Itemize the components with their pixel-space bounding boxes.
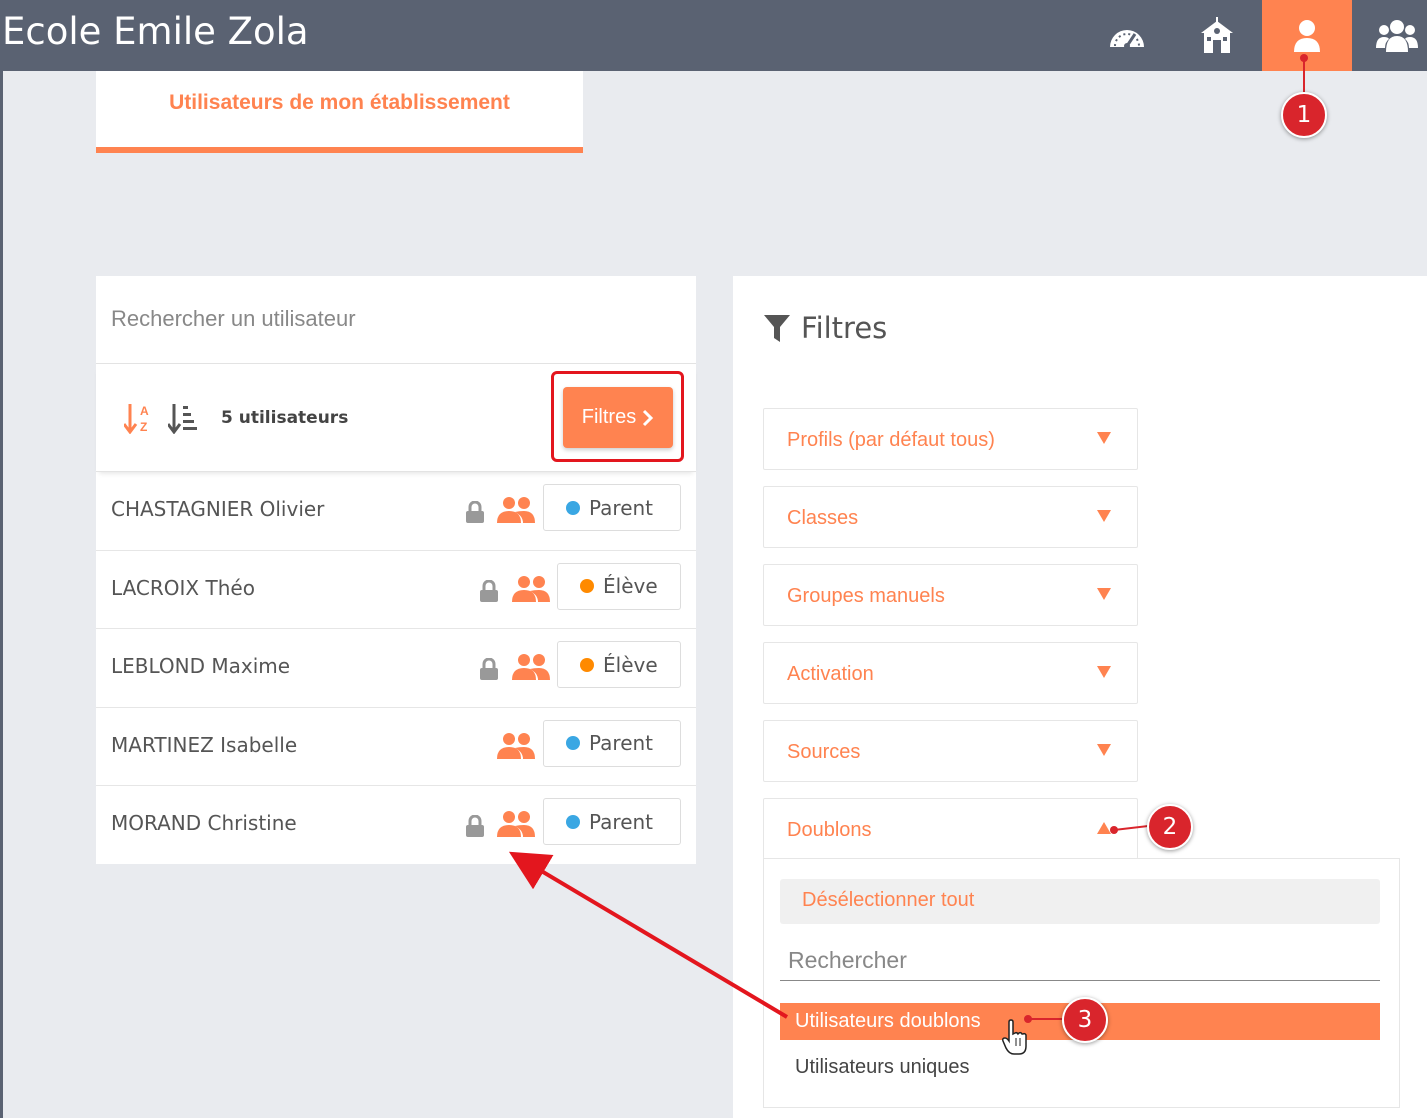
user-row[interactable]: LACROIX Théo Élève [96, 551, 696, 629]
tab-etablissement-users[interactable]: Utilisateurs de mon établissement [96, 71, 583, 153]
doublons-search-input[interactable] [780, 941, 1380, 981]
group-icon[interactable] [512, 653, 550, 681]
user-row[interactable]: LEBLOND Maxime Élève [96, 629, 696, 708]
user-row[interactable]: MORAND Christine Parent [96, 786, 696, 865]
svg-text:A: A [140, 404, 149, 418]
users-group-icon [1376, 19, 1418, 52]
filters-panel: Filtres Profils (par défaut tous) Classe… [733, 276, 1427, 1118]
user-name: MARTINEZ Isabelle [111, 732, 298, 757]
search-user-input[interactable] [111, 306, 671, 332]
svg-text:Z: Z [140, 420, 147, 434]
role-dot [580, 657, 594, 672]
user-icon [1294, 19, 1320, 52]
user-name: CHASTAGNIER Olivier [111, 497, 325, 521]
filter-section-label: Sources [787, 741, 861, 763]
filter-section-activation[interactable]: Activation [763, 642, 1138, 704]
group-icon[interactable] [497, 810, 535, 838]
chevron-right-icon [643, 409, 654, 426]
group-icon[interactable] [512, 575, 550, 603]
filter-section-label: Profils (par défaut tous) [787, 429, 995, 451]
filters-button-label: Filtres [581, 406, 637, 428]
user-name: MORAND Christine [111, 811, 297, 835]
filter-section-label: Groupes manuels [787, 585, 945, 607]
group-icon[interactable] [497, 732, 535, 760]
sort-alpha-icon[interactable]: A Z [124, 402, 154, 434]
tab-label: Utilisateurs de mon établissement [169, 91, 510, 114]
caret-down-icon [1097, 744, 1111, 756]
filters-button[interactable]: Filtres [563, 387, 673, 448]
callout-badge: 3 [1062, 997, 1108, 1043]
lock-icon [466, 815, 484, 837]
role-label: Élève [603, 652, 658, 677]
user-row[interactable]: CHASTAGNIER Olivier Parent [96, 472, 696, 551]
caret-up-icon [1097, 822, 1111, 834]
school-building-icon [1201, 16, 1233, 53]
role-badge: Élève [557, 641, 681, 688]
filter-section-label: Doublons [787, 819, 872, 841]
filters-title-text: Filtres [801, 311, 888, 345]
user-name: LACROIX Théo [111, 575, 255, 600]
role-badge: Parent [543, 798, 681, 845]
doublons-dropdown: Désélectionner tout Utilisateurs doublon… [763, 858, 1400, 1108]
filter-section-groupes-manuels[interactable]: Groupes manuels [763, 564, 1138, 626]
role-badge: Parent [543, 484, 681, 531]
nav-dashboard-button[interactable] [1082, 0, 1172, 71]
caret-down-icon [1097, 588, 1111, 600]
list-toolbar: A Z 5 utilisateurs Filtres [96, 364, 696, 472]
caret-down-icon [1097, 510, 1111, 522]
lock-icon [466, 501, 484, 523]
role-badge: Élève [557, 562, 681, 610]
dashboard-gauge-icon [1110, 29, 1144, 49]
caret-down-icon [1097, 432, 1111, 444]
top-bar: Ecole Emile Zola [0, 0, 1427, 71]
role-dot [566, 736, 580, 750]
user-count: 5 utilisateurs [221, 408, 349, 428]
app-title: Ecole Emile Zola [2, 10, 309, 53]
role-dot [566, 814, 580, 829]
filter-section-label: Activation [787, 663, 874, 685]
filter-section-doublons[interactable]: Doublons [763, 798, 1138, 859]
callout-badge: 2 [1147, 804, 1193, 850]
lock-icon [480, 658, 498, 680]
role-label: Parent [589, 495, 654, 520]
left-edge [0, 71, 3, 1118]
role-label: Parent [589, 731, 654, 755]
filter-section-classes[interactable]: Classes [763, 486, 1138, 548]
user-name: LEBLOND Maxime [111, 654, 291, 678]
role-dot [566, 500, 580, 515]
search-row [96, 276, 696, 364]
user-row[interactable]: MARTINEZ Isabelle Parent [96, 708, 696, 786]
callout-badge: 1 [1281, 92, 1327, 138]
nav-school-button[interactable] [1172, 0, 1262, 71]
user-list-panel: A Z 5 utilisateurs Filtres CHASTAGNIER O… [96, 276, 696, 864]
lock-icon [480, 579, 498, 602]
role-label: Parent [589, 809, 654, 834]
nav-users-group-button[interactable] [1352, 0, 1427, 71]
role-dot [580, 579, 594, 593]
group-icon[interactable] [497, 496, 535, 524]
nav-user-button[interactable] [1262, 0, 1352, 71]
option-utilisateurs-uniques[interactable]: Utilisateurs uniques [780, 1049, 1380, 1086]
filter-section-profils[interactable]: Profils (par défaut tous) [763, 408, 1138, 470]
role-badge: Parent [543, 719, 681, 767]
sort-list-icon[interactable] [168, 402, 200, 434]
deselect-all-button[interactable]: Désélectionner tout [780, 879, 1380, 924]
filter-section-sources[interactable]: Sources [763, 720, 1138, 782]
filters-title: Filtres [763, 311, 887, 345]
role-label: Élève [603, 574, 658, 598]
filter-section-label: Classes [787, 507, 859, 529]
filter-funnel-icon [764, 315, 790, 342]
caret-down-icon [1097, 666, 1111, 678]
